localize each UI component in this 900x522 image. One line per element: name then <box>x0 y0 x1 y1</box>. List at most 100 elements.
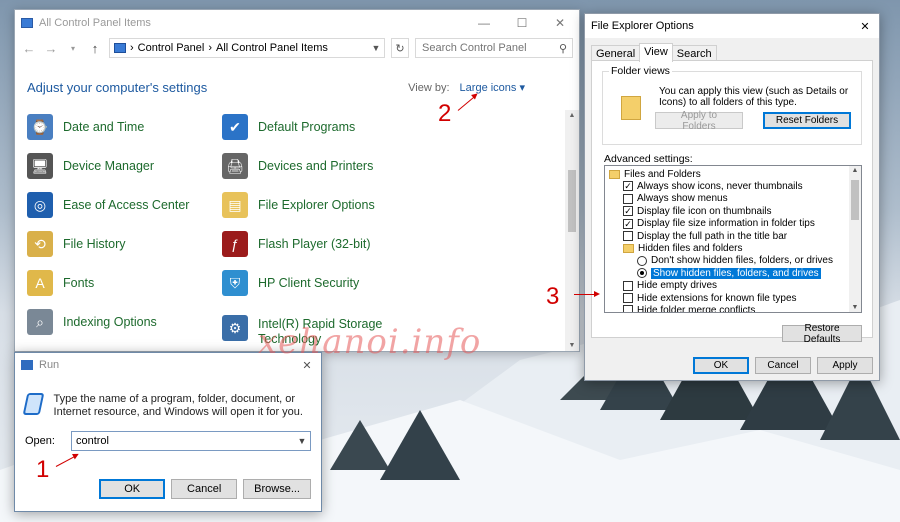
scrollbar-thumb[interactable] <box>851 180 859 220</box>
checkbox[interactable]: ✓ <box>623 181 633 192</box>
refresh-button[interactable]: ↻ <box>391 38 409 58</box>
settings-option-label: Files and Folders <box>624 168 701 180</box>
run-open-row: Open: ▼ <box>25 431 311 451</box>
scrollbar-thumb[interactable] <box>568 170 576 232</box>
tab-search[interactable]: Search <box>671 45 717 61</box>
maximize-icon[interactable]: ☐ <box>503 16 541 30</box>
advanced-settings-list[interactable]: ▲ ▼ Files and Folders ✓ Always show icons,… <box>604 165 862 313</box>
checkbox[interactable]: ✓ <box>623 206 633 217</box>
open-input[interactable] <box>75 435 294 447</box>
settings-checkbox-option[interactable]: Hide empty drives <box>623 280 717 292</box>
run-dialog: Run ✕ Type the name of a program, folder… <box>14 352 322 512</box>
settings-radio-option[interactable]: Show hidden files, folders, and drives <box>637 267 821 279</box>
scroll-down-icon[interactable]: ▼ <box>565 342 579 349</box>
checkbox[interactable]: ✓ <box>623 218 633 229</box>
control-panel-item[interactable]: A Fonts <box>27 270 94 296</box>
annotation-3: 3 <box>546 283 560 310</box>
search-input[interactable] <box>422 42 552 54</box>
control-panel-item[interactable]: ⛨ HP Client Security <box>222 270 359 296</box>
window-controls: — ☐ ✕ <box>465 16 579 30</box>
settings-option-label: Display file size information in folder … <box>637 218 815 230</box>
chevron-down-icon[interactable]: ▼ <box>294 436 310 446</box>
address-bar[interactable]: › Control Panel › All Control Panel Item… <box>109 38 385 58</box>
checkbox[interactable] <box>623 293 633 303</box>
settings-radio-option[interactable]: Don't show hidden files, folders, or dri… <box>637 255 833 267</box>
checkbox[interactable] <box>623 231 633 241</box>
breadcrumb-control-panel[interactable]: Control Panel <box>138 42 205 54</box>
control-panel-item-label: Indexing Options <box>63 315 157 329</box>
settings-checkbox-option[interactable]: ✓ Display file icon on thumbnails <box>623 205 772 217</box>
settings-checkbox-option[interactable]: ✓ Display file size information in folder… <box>623 218 815 230</box>
settings-checkbox-option[interactable]: Always show menus <box>623 193 728 205</box>
scroll-down-icon[interactable]: ▼ <box>849 304 861 311</box>
control-panel-item[interactable]: ⌕ Indexing Options <box>27 309 157 335</box>
settings-checkbox-option[interactable]: Hide folder merge conflicts <box>623 304 755 312</box>
advanced-settings-label: Advanced settings: <box>604 153 693 165</box>
close-icon[interactable]: ✕ <box>541 16 579 30</box>
checkbox[interactable] <box>623 305 633 312</box>
close-icon[interactable]: ✕ <box>851 20 879 33</box>
up-arrow-icon[interactable]: ↑ <box>87 41 103 56</box>
settings-checkbox-option[interactable]: ✓ Always show icons, never thumbnails <box>623 180 803 192</box>
radio-button[interactable] <box>637 255 647 266</box>
settings-checkbox-option[interactable]: Hide extensions for known file types <box>623 292 797 304</box>
ok-button[interactable]: OK <box>99 479 166 499</box>
control-panel-item[interactable]: ◎ Ease of Access Center <box>27 192 189 218</box>
advanced-scrollbar[interactable]: ▲ ▼ <box>849 166 861 312</box>
view-by-dropdown[interactable]: Large icons ▾ <box>460 81 525 94</box>
folder-views-label: Folder views <box>609 65 672 77</box>
open-label: Open: <box>25 435 55 447</box>
apply-button[interactable]: Apply <box>817 357 873 374</box>
control-panel-item[interactable]: ✔ Default Programs <box>222 114 355 140</box>
settings-group-header: Files and Folders <box>609 168 701 180</box>
run-buttons: OK Cancel Browse... <box>99 479 311 499</box>
annotation-1: 1 <box>36 456 50 483</box>
minimize-icon[interactable]: — <box>465 16 503 30</box>
control-panel-item[interactable]: ⟲ File History <box>27 231 126 257</box>
scroll-up-icon[interactable]: ▲ <box>565 112 579 119</box>
checkbox[interactable] <box>623 280 633 291</box>
scroll-up-icon[interactable]: ▲ <box>849 167 861 174</box>
view-by-value: Large icons <box>459 82 517 94</box>
checkbox[interactable] <box>623 193 633 204</box>
vertical-scrollbar[interactable]: ▲ ▼ <box>565 110 579 351</box>
printer-icon: 🖨 <box>222 153 248 179</box>
control-panel-item[interactable]: ƒ Flash Player (32-bit) <box>222 231 371 257</box>
tab-general[interactable]: General <box>591 45 641 61</box>
breadcrumb-all-items[interactable]: All Control Panel Items <box>216 42 328 54</box>
control-panel-icon <box>21 18 33 28</box>
ok-button[interactable]: OK <box>693 357 749 374</box>
annotation-arrow-3 <box>574 291 600 297</box>
run-icon <box>21 360 33 370</box>
chevron-down-icon[interactable]: ▼ <box>368 43 384 53</box>
restore-defaults-button[interactable]: Restore Defaults <box>782 323 862 345</box>
browse-button[interactable]: Browse... <box>243 479 311 499</box>
control-panel-item[interactable]: 🖥 Device Manager <box>27 153 154 179</box>
open-combobox[interactable]: ▼ <box>70 431 311 451</box>
cancel-button[interactable]: Cancel <box>755 357 811 374</box>
settings-option-label: Show hidden files, folders, and drives <box>651 267 821 279</box>
dropdown-arrow-icon[interactable]: ▾ <box>65 44 81 53</box>
settings-checkbox-option[interactable]: Display the full path in the title bar <box>623 230 787 242</box>
control-panel-item-label: Flash Player (32-bit) <box>258 237 371 251</box>
folder-icon <box>621 96 641 120</box>
address-bar-row: ← → ▾ ↑ › Control Panel › All Control Pa… <box>15 36 579 60</box>
control-panel-item-label: HP Client Security <box>258 276 360 290</box>
control-panel-item[interactable]: ⌚ Date and Time <box>27 114 144 140</box>
apply-to-folders-button[interactable]: Apply to Folders <box>655 110 743 132</box>
forward-arrow-icon[interactable]: → <box>43 41 59 56</box>
radio-button[interactable] <box>637 268 647 279</box>
control-panel-icon <box>114 43 126 53</box>
search-icon: ⚲ <box>558 42 567 55</box>
folder-options-icon: ▤ <box>222 192 248 218</box>
cancel-button[interactable]: Cancel <box>171 479 238 499</box>
control-panel-item-label: Fonts <box>63 276 95 290</box>
tab-view[interactable]: View <box>639 43 673 62</box>
control-panel-item[interactable]: ▤ File Explorer Options <box>222 192 375 218</box>
view-tab-panel: Folder views You can apply this view (su… <box>591 60 873 345</box>
fonts-icon: A <box>27 270 53 296</box>
control-panel-item[interactable]: 🖨 Devices and Printers <box>222 153 373 179</box>
back-arrow-icon[interactable]: ← <box>21 41 37 56</box>
reset-folders-button[interactable]: Reset Folders <box>763 112 851 129</box>
search-box[interactable]: ⚲ <box>415 38 573 58</box>
